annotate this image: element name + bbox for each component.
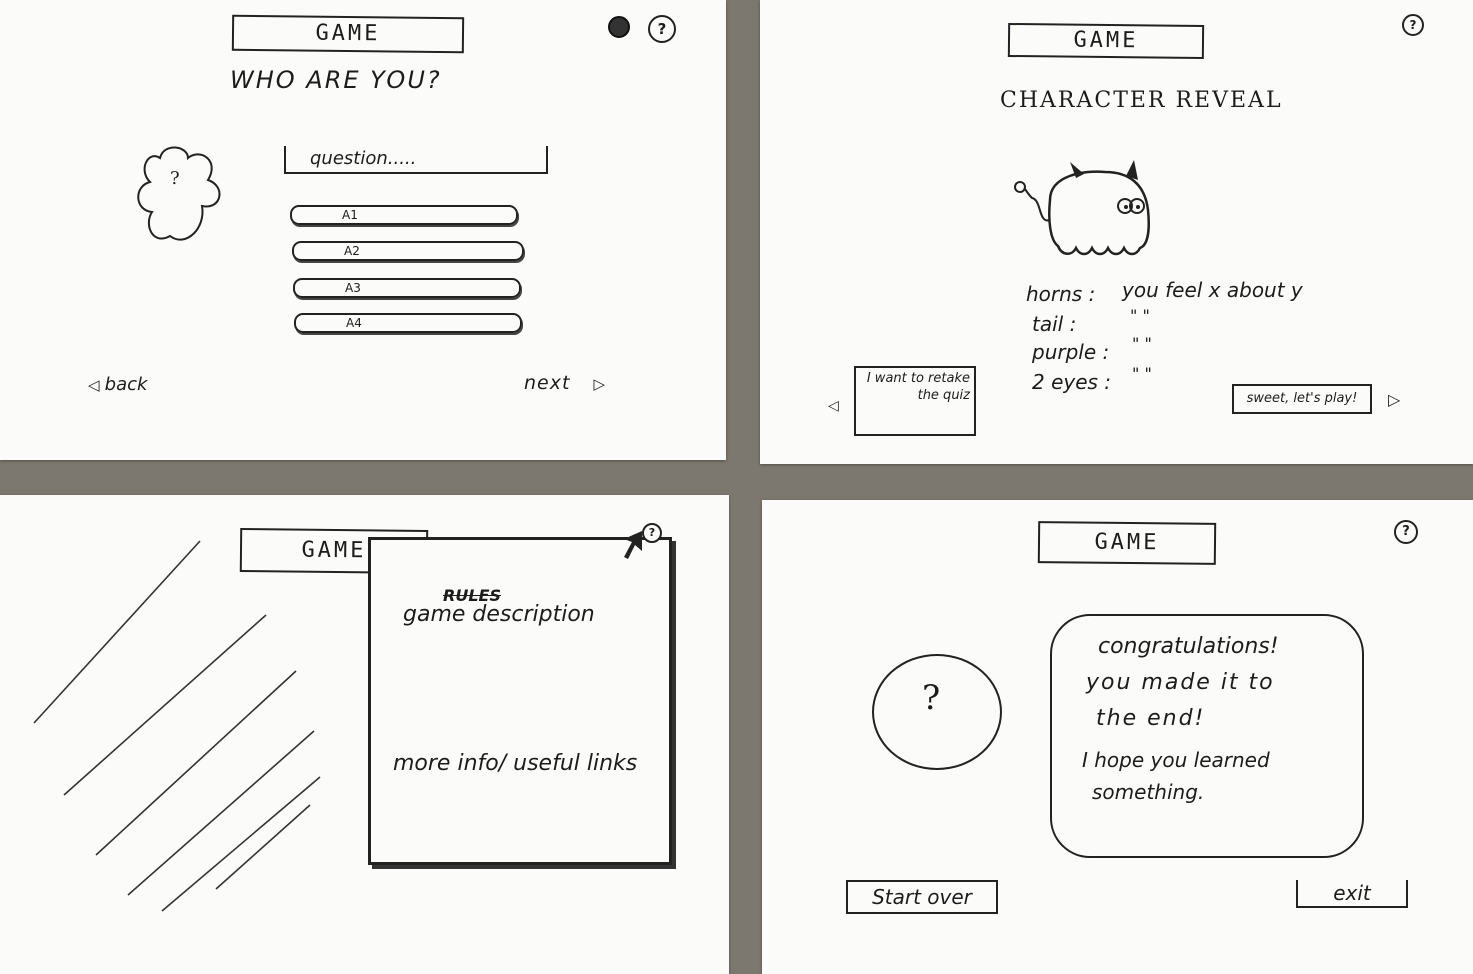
trait-text: " ": [1130, 306, 1150, 325]
answer-button-2[interactable]: A2: [292, 241, 524, 261]
game-title: GAME: [1007, 22, 1205, 60]
help-icon[interactable]: ?: [1394, 520, 1418, 544]
game-description: game description: [403, 602, 595, 627]
character-avatar: ?: [872, 654, 1002, 770]
end-screen: GAME ? ? congratulations! you made it to…: [762, 500, 1473, 974]
trait-text: " ": [1132, 364, 1152, 383]
answer-button-4[interactable]: A4: [294, 313, 522, 333]
page-title: WHO ARE YOU?: [230, 66, 442, 94]
quiz-screen: GAME WHO ARE YOU? ? ? question..... A1 A…: [0, 0, 726, 460]
avatar-mark: ?: [170, 168, 180, 189]
message-line: you made it to: [1086, 670, 1275, 695]
trait-text: " ": [1132, 334, 1152, 353]
message-line: something.: [1092, 780, 1205, 804]
game-title: GAME: [1037, 521, 1217, 565]
back-arrow-icon: ◁: [88, 376, 100, 394]
congratulations-bubble: congratulations! you made it to the end!…: [1050, 614, 1364, 858]
next-arrow-icon: ▷: [593, 375, 606, 393]
trait-label: horns :: [1026, 282, 1096, 306]
character-reveal-screen: GAME ? CHARACTER REVEAL horns : you feel…: [760, 0, 1473, 464]
info-screen: GAME RULES game description more info/ u…: [0, 495, 729, 974]
back-button[interactable]: ◁ back: [88, 374, 147, 395]
info-modal: RULES game description more info/ useful…: [368, 537, 672, 865]
next-button[interactable]: next ▷: [524, 372, 605, 394]
trait-label: 2 eyes :: [1032, 370, 1112, 394]
message-line: I hope you learned: [1082, 748, 1270, 772]
back-label: back: [104, 374, 148, 395]
trait-text: you feel x about y: [1122, 278, 1303, 302]
next-label: next: [524, 372, 571, 394]
start-over-button[interactable]: Start over: [846, 880, 998, 914]
mystery-character-icon: [137, 146, 221, 241]
answer-button-3[interactable]: A3: [293, 278, 521, 298]
help-icon[interactable]: ?: [1402, 14, 1424, 36]
message-line: congratulations!: [1098, 634, 1279, 659]
retake-quiz-label: I want to retake the quiz: [854, 366, 976, 436]
more-info-links[interactable]: more info/ useful links: [393, 748, 653, 780]
settings-icon[interactable]: [608, 16, 630, 38]
cursor-arrow-icon: [624, 531, 642, 559]
message-line: the end!: [1096, 706, 1206, 731]
page-title: CHARACTER REVEAL: [1000, 88, 1283, 113]
help-icon[interactable]: ?: [648, 15, 676, 43]
game-title: GAME: [231, 14, 465, 54]
back-arrow-icon: ◁: [828, 398, 839, 414]
monster-character-icon: [1014, 160, 1150, 256]
exit-button[interactable]: exit: [1296, 880, 1408, 908]
trait-label: tail :: [1032, 312, 1077, 336]
avatar-mark: ?: [922, 678, 941, 718]
background-hatching: [33, 540, 321, 912]
next-arrow-icon: ▷: [1388, 390, 1401, 409]
question-text: question.....: [284, 146, 548, 174]
play-label: sweet, let's play!: [1232, 384, 1372, 414]
trait-label: purple :: [1032, 340, 1110, 364]
answer-button-1[interactable]: A1: [290, 205, 518, 225]
